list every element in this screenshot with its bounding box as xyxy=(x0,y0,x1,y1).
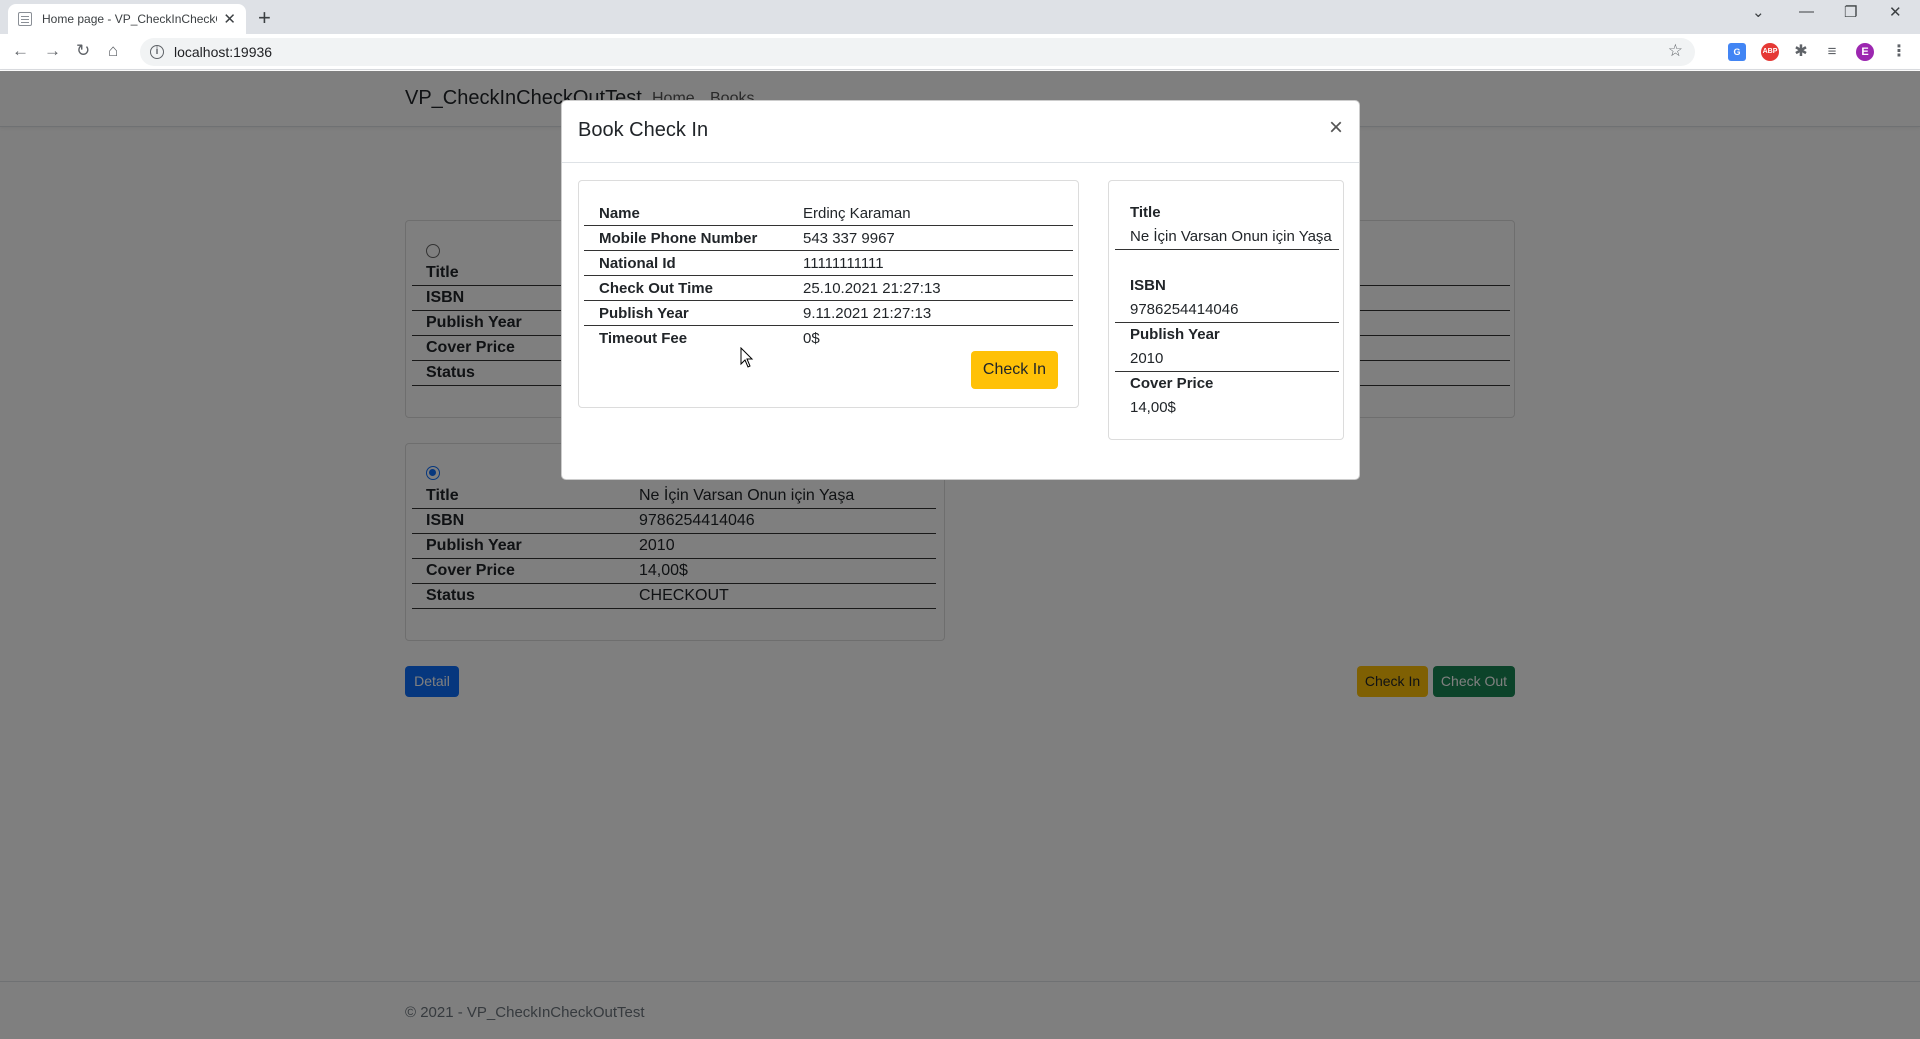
modal-book-title-value: Ne İçin Varsan Onun için Yaşa xyxy=(1130,228,1332,245)
reading-list-icon[interactable]: ≡ xyxy=(1823,43,1841,61)
modal-header: Book Check In × xyxy=(562,101,1359,163)
modal-book-publish-year-value: 2010 xyxy=(1130,350,1164,367)
close-window-icon[interactable]: ✕ xyxy=(1889,3,1902,21)
check-in-modal: Book Check In × Name Erdinç Karaman Mobi… xyxy=(561,100,1360,480)
member-name-value: Erdinç Karaman xyxy=(803,205,911,222)
check-out-time-row: Check Out Time 25.10.2021 21:27:13 xyxy=(584,276,1073,301)
translate-extension-icon[interactable]: G xyxy=(1728,43,1746,61)
back-icon[interactable]: ← xyxy=(12,41,29,61)
tab-search-icon[interactable]: ⌄ xyxy=(1752,3,1765,21)
url-text: localhost:19936 xyxy=(174,44,273,60)
bookmark-star-icon[interactable]: ☆ xyxy=(1668,41,1683,61)
member-info-card: Name Erdinç Karaman Mobile Phone Number … xyxy=(578,180,1079,408)
check-out-time-value: 25.10.2021 21:27:13 xyxy=(803,280,941,297)
modal-book-cover-price-label: Cover Price xyxy=(1130,375,1214,392)
modal-book-publish-year-block: Publish Year 2010 xyxy=(1115,323,1339,372)
member-name-row: Name Erdinç Karaman xyxy=(584,201,1073,226)
forward-icon[interactable]: → xyxy=(44,41,61,61)
member-national-id-row: National Id 11111111111 xyxy=(584,251,1073,276)
new-tab-icon[interactable]: + xyxy=(258,5,271,31)
modal-book-isbn-label: ISBN xyxy=(1130,277,1166,294)
publish-year-label: Publish Year xyxy=(599,305,689,322)
modal-book-isbn-value: 9786254414046 xyxy=(1130,301,1239,318)
extensions-puzzle-icon[interactable]: ✱ xyxy=(1792,43,1810,61)
close-icon[interactable]: × xyxy=(1329,116,1343,140)
check-out-time-label: Check Out Time xyxy=(599,280,713,297)
modal-book-isbn-block: ISBN 9786254414046 xyxy=(1115,274,1339,323)
browser-tabstrip: Home page - VP_CheckInCheckO ✕ + ⌄ — ❐ ✕ xyxy=(0,0,1920,34)
close-tab-icon[interactable]: ✕ xyxy=(223,10,236,28)
modal-book-publish-year-label: Publish Year xyxy=(1130,326,1220,343)
modal-check-in-button[interactable]: Check In xyxy=(971,351,1058,389)
modal-book-title-label: Title xyxy=(1130,204,1161,221)
modal-book-card: Title Ne İçin Varsan Onun için Yaşa ISBN… xyxy=(1108,180,1344,440)
browser-toolbar: ← → ↻ ⌂ i localhost:19936 ☆ G ABP ✱ ≡ E … xyxy=(0,34,1920,70)
address-bar[interactable]: i localhost:19936 ☆ xyxy=(140,38,1695,66)
site-info-icon[interactable]: i xyxy=(150,45,164,59)
publish-year-row: Publish Year 9.11.2021 21:27:13 xyxy=(584,301,1073,326)
page-icon xyxy=(18,12,32,26)
member-phone-row: Mobile Phone Number 543 337 9967 xyxy=(584,226,1073,251)
timeout-fee-value: 0$ xyxy=(803,330,820,347)
minimize-icon[interactable]: — xyxy=(1799,3,1814,20)
mouse-cursor-icon xyxy=(740,347,754,368)
modal-book-cover-price-value: 14,00$ xyxy=(1130,399,1176,416)
modal-book-cover-price-block: Cover Price 14,00$ xyxy=(1115,372,1339,421)
adblock-extension-icon[interactable]: ABP xyxy=(1761,43,1779,61)
publish-year-value: 9.11.2021 21:27:13 xyxy=(803,305,932,322)
member-name-label: Name xyxy=(599,205,640,222)
tab-title: Home page - VP_CheckInCheckO xyxy=(42,12,218,26)
restore-icon[interactable]: ❐ xyxy=(1844,3,1857,21)
timeout-fee-row: Timeout Fee 0$ xyxy=(584,326,1073,351)
home-icon[interactable]: ⌂ xyxy=(108,41,118,61)
modal-title: Book Check In xyxy=(578,119,709,141)
member-national-id-label: National Id xyxy=(599,255,676,272)
member-phone-value: 543 337 9967 xyxy=(803,230,895,247)
browser-tab[interactable]: Home page - VP_CheckInCheckO ✕ xyxy=(8,4,246,34)
menu-kebab-icon[interactable]: ⋮ xyxy=(1890,43,1908,61)
member-national-id-value: 11111111111 xyxy=(803,255,884,272)
profile-avatar[interactable]: E xyxy=(1856,43,1874,61)
reload-icon[interactable]: ↻ xyxy=(76,41,90,61)
timeout-fee-label: Timeout Fee xyxy=(599,330,688,347)
member-phone-label: Mobile Phone Number xyxy=(599,230,758,247)
modal-book-title-block: Title Ne İçin Varsan Onun için Yaşa xyxy=(1115,201,1339,250)
